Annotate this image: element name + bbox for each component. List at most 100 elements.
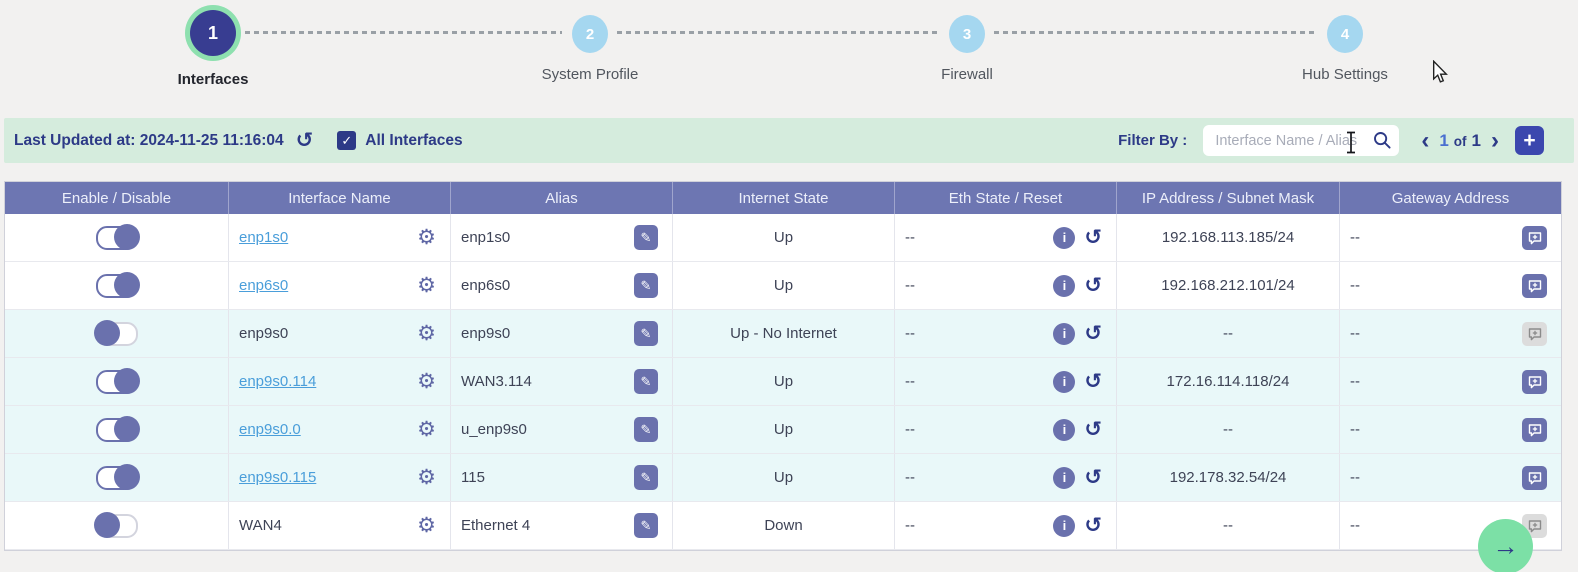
edit-alias-icon[interactable]: ✎ <box>634 465 658 490</box>
settings-gear-icon[interactable]: ⚙ <box>417 323 436 344</box>
all-interfaces-checkbox[interactable]: ✓ <box>337 131 356 150</box>
ping-comment-icon[interactable] <box>1522 274 1547 298</box>
step-firewall[interactable]: 3 Firewall <box>887 10 1047 83</box>
gateway-text: -- <box>1350 517 1360 534</box>
enable-toggle[interactable] <box>96 514 138 538</box>
enable-toggle[interactable] <box>96 322 138 346</box>
enable-toggle[interactable] <box>96 226 138 250</box>
gateway-cell: -- <box>1340 214 1561 261</box>
next-step-button[interactable]: → <box>1478 519 1533 572</box>
settings-gear-icon[interactable]: ⚙ <box>417 227 436 248</box>
ip-address-cell: -- <box>1117 502 1340 549</box>
interface-name-link[interactable]: enp9s0.0 <box>239 421 301 438</box>
next-page-icon[interactable]: › <box>1491 129 1499 153</box>
table-toolbar: Last Updated at: 2024-11-25 11:16:04 ↺ ✓… <box>4 118 1574 163</box>
step-hub-settings[interactable]: 4 Hub Settings <box>1265 10 1425 83</box>
table-row: enp9s0.114 ⚙ WAN3.114 ✎ Up -- i ↺ 172.16… <box>5 358 1561 406</box>
settings-gear-icon[interactable]: ⚙ <box>417 371 436 392</box>
ping-comment-icon[interactable] <box>1522 466 1547 490</box>
eth-state-cell: -- i ↺ <box>895 454 1117 501</box>
settings-gear-icon[interactable]: ⚙ <box>417 515 436 536</box>
step-label: Interfaces <box>133 71 293 88</box>
alias-cell: u_enp9s0 ✎ <box>451 406 673 453</box>
eth-state-cell: -- i ↺ <box>895 214 1117 261</box>
reset-icon[interactable]: ↺ <box>1084 227 1102 248</box>
toggle-knob <box>114 368 140 394</box>
interface-name-link[interactable]: enp9s0.115 <box>239 469 316 486</box>
ping-comment-icon[interactable] <box>1522 370 1547 394</box>
prev-page-icon[interactable]: ‹ <box>1421 129 1429 153</box>
mouse-cursor-icon <box>1432 60 1448 84</box>
ping-comment-icon[interactable] <box>1522 226 1547 250</box>
step-interfaces[interactable]: 1 Interfaces <box>133 10 293 88</box>
step-system-profile[interactable]: 2 System Profile <box>510 10 670 83</box>
enable-toggle[interactable] <box>96 466 138 490</box>
info-icon[interactable]: i <box>1053 227 1075 249</box>
ping-comment-icon[interactable] <box>1522 322 1547 346</box>
reset-icon[interactable]: ↺ <box>1084 515 1102 536</box>
table-row: enp9s0 ⚙ enp9s0 ✎ Up - No Internet -- i … <box>5 310 1561 358</box>
internet-state-cell: Down <box>673 502 895 549</box>
all-interfaces-label: All Interfaces <box>365 132 462 150</box>
reset-icon[interactable]: ↺ <box>1084 371 1102 392</box>
interface-name-link[interactable]: enp1s0 <box>239 229 288 246</box>
enable-toggle[interactable] <box>96 370 138 394</box>
eth-state-text: -- <box>905 229 915 246</box>
alias-text: Ethernet 4 <box>461 517 530 534</box>
reset-icon[interactable]: ↺ <box>1084 467 1102 488</box>
eth-state-actions: i ↺ <box>1053 467 1102 489</box>
edit-alias-icon[interactable]: ✎ <box>634 417 658 442</box>
enable-toggle[interactable] <box>96 418 138 442</box>
internet-state-cell: Up <box>673 454 895 501</box>
internet-state-cell: Up - No Internet <box>673 310 895 357</box>
alias-text: enp1s0 <box>461 229 510 246</box>
eth-state-actions: i ↺ <box>1053 275 1102 297</box>
edit-alias-icon[interactable]: ✎ <box>634 513 658 538</box>
column-header-alias: Alias <box>451 182 673 214</box>
step-number-badge[interactable]: 3 <box>949 15 985 53</box>
info-icon[interactable]: i <box>1053 467 1075 489</box>
table-row: enp9s0.0 ⚙ u_enp9s0 ✎ Up -- i ↺ -- - <box>5 406 1561 454</box>
ip-address-text: -- <box>1223 421 1233 438</box>
edit-alias-icon[interactable]: ✎ <box>634 321 658 346</box>
add-interface-button[interactable]: + <box>1515 126 1544 155</box>
column-header-interface-name: Interface Name <box>229 182 451 214</box>
info-icon[interactable]: i <box>1053 515 1075 537</box>
refresh-icon[interactable]: ↺ <box>296 130 314 151</box>
step-number-badge[interactable]: 1 <box>190 10 236 56</box>
interface-name-link[interactable]: enp9s0.114 <box>239 373 316 390</box>
settings-gear-icon[interactable]: ⚙ <box>417 419 436 440</box>
table-body: enp1s0 ⚙ enp1s0 ✎ Up -- i ↺ 192.168.113.… <box>5 214 1561 550</box>
alias-text: enp6s0 <box>461 277 510 294</box>
info-icon[interactable]: i <box>1053 419 1075 441</box>
eth-state-text: -- <box>905 517 915 534</box>
eth-state-text: -- <box>905 277 915 294</box>
step-number-badge[interactable]: 4 <box>1327 15 1363 53</box>
gateway-cell: -- <box>1340 406 1561 453</box>
alias-text: 115 <box>461 469 485 486</box>
table-row: WAN4 ⚙ Ethernet 4 ✎ Down -- i ↺ -- - <box>5 502 1561 550</box>
enable-disable-cell <box>5 406 229 453</box>
ip-address-cell: -- <box>1117 310 1340 357</box>
current-page: 1 <box>1439 131 1448 151</box>
search-icon[interactable] <box>1373 131 1392 150</box>
internet-state-cell: Up <box>673 406 895 453</box>
ping-comment-icon[interactable] <box>1522 418 1547 442</box>
ip-address-text: -- <box>1223 517 1233 534</box>
filter-by-label: Filter By : <box>1118 132 1187 149</box>
interface-name-link[interactable]: enp6s0 <box>239 277 288 294</box>
settings-gear-icon[interactable]: ⚙ <box>417 275 436 296</box>
edit-alias-icon[interactable]: ✎ <box>634 225 658 250</box>
step-number-badge[interactable]: 2 <box>572 15 608 53</box>
info-icon[interactable]: i <box>1053 275 1075 297</box>
enable-toggle[interactable] <box>96 274 138 298</box>
edit-alias-icon[interactable]: ✎ <box>634 273 658 298</box>
info-icon[interactable]: i <box>1053 323 1075 345</box>
reset-icon[interactable]: ↺ <box>1084 323 1102 344</box>
info-icon[interactable]: i <box>1053 371 1075 393</box>
reset-icon[interactable]: ↺ <box>1084 275 1102 296</box>
interface-name-cell: enp9s0.115 ⚙ <box>229 454 451 501</box>
settings-gear-icon[interactable]: ⚙ <box>417 467 436 488</box>
reset-icon[interactable]: ↺ <box>1084 419 1102 440</box>
edit-alias-icon[interactable]: ✎ <box>634 369 658 394</box>
